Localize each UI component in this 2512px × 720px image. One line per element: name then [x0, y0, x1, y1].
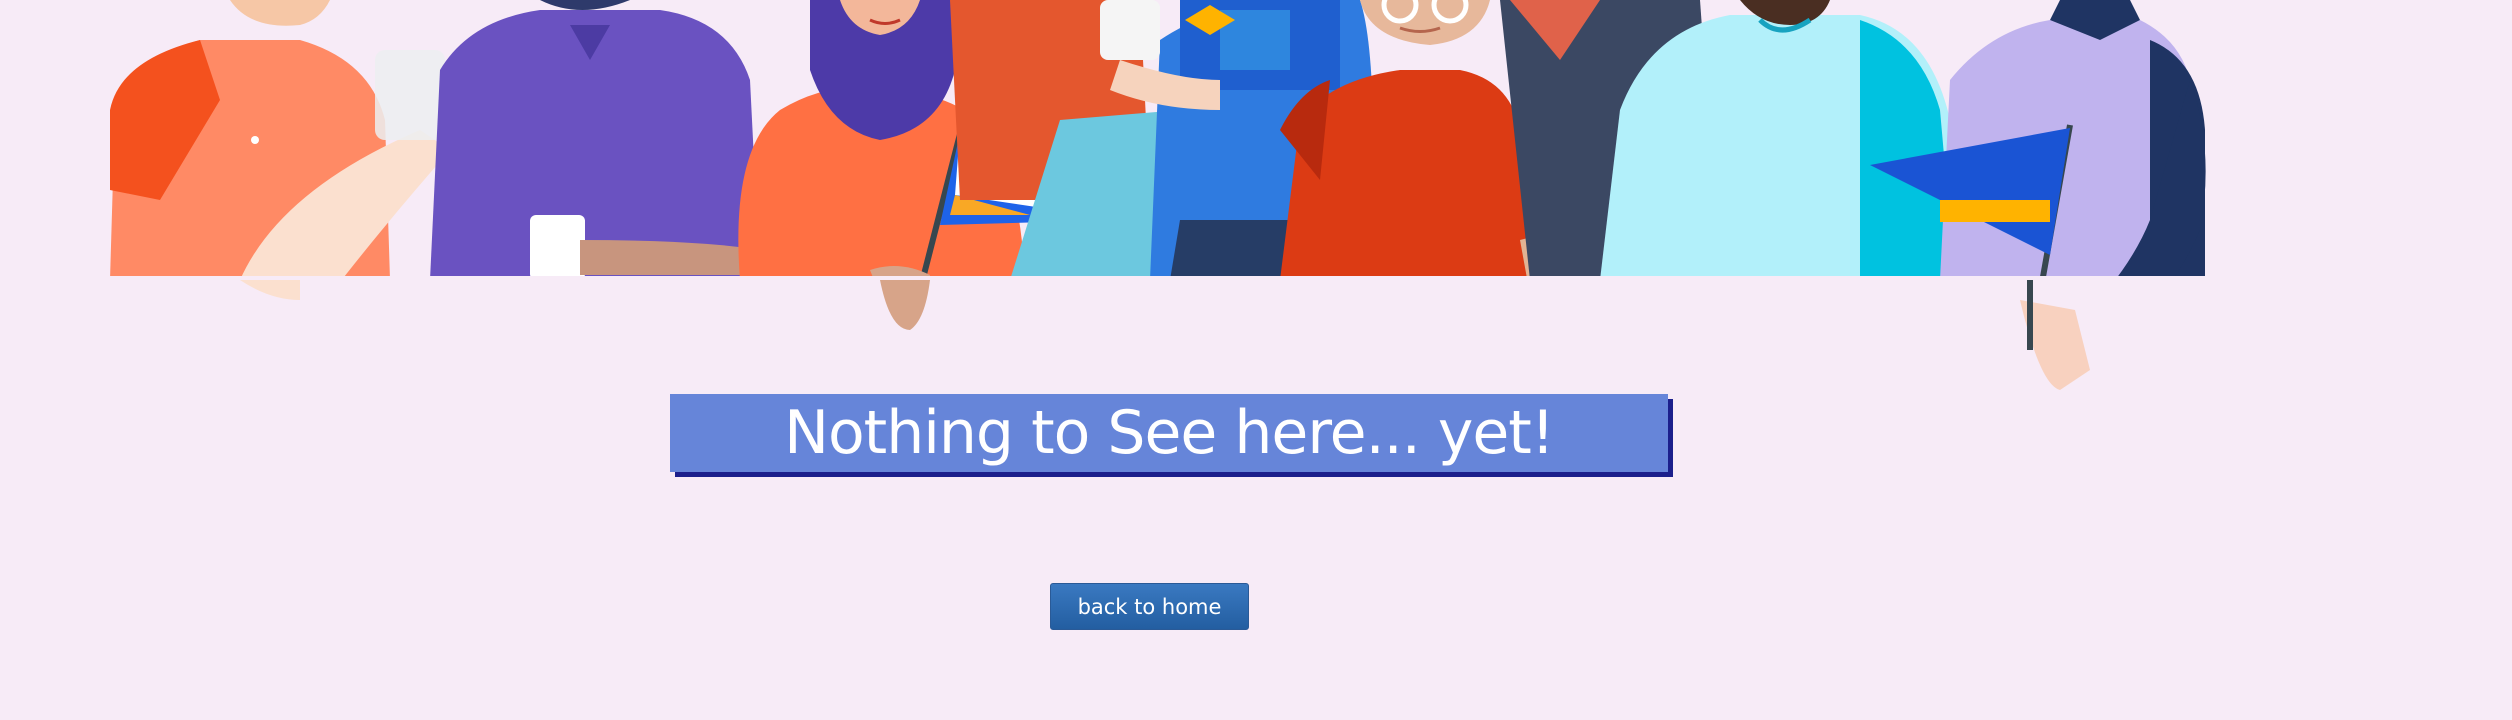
- crowd-illustration: [0, 0, 2512, 400]
- person-orange-shirt: [110, 0, 450, 304]
- headline-banner: Nothing to See here... yet!: [670, 394, 1668, 472]
- page-headline: Nothing to See here... yet!: [784, 398, 1555, 468]
- crowd-illustration-graphic: [0, 0, 2512, 400]
- back-to-home-button[interactable]: back to home: [1050, 583, 1249, 630]
- person-purple-shirt: [430, 0, 760, 280]
